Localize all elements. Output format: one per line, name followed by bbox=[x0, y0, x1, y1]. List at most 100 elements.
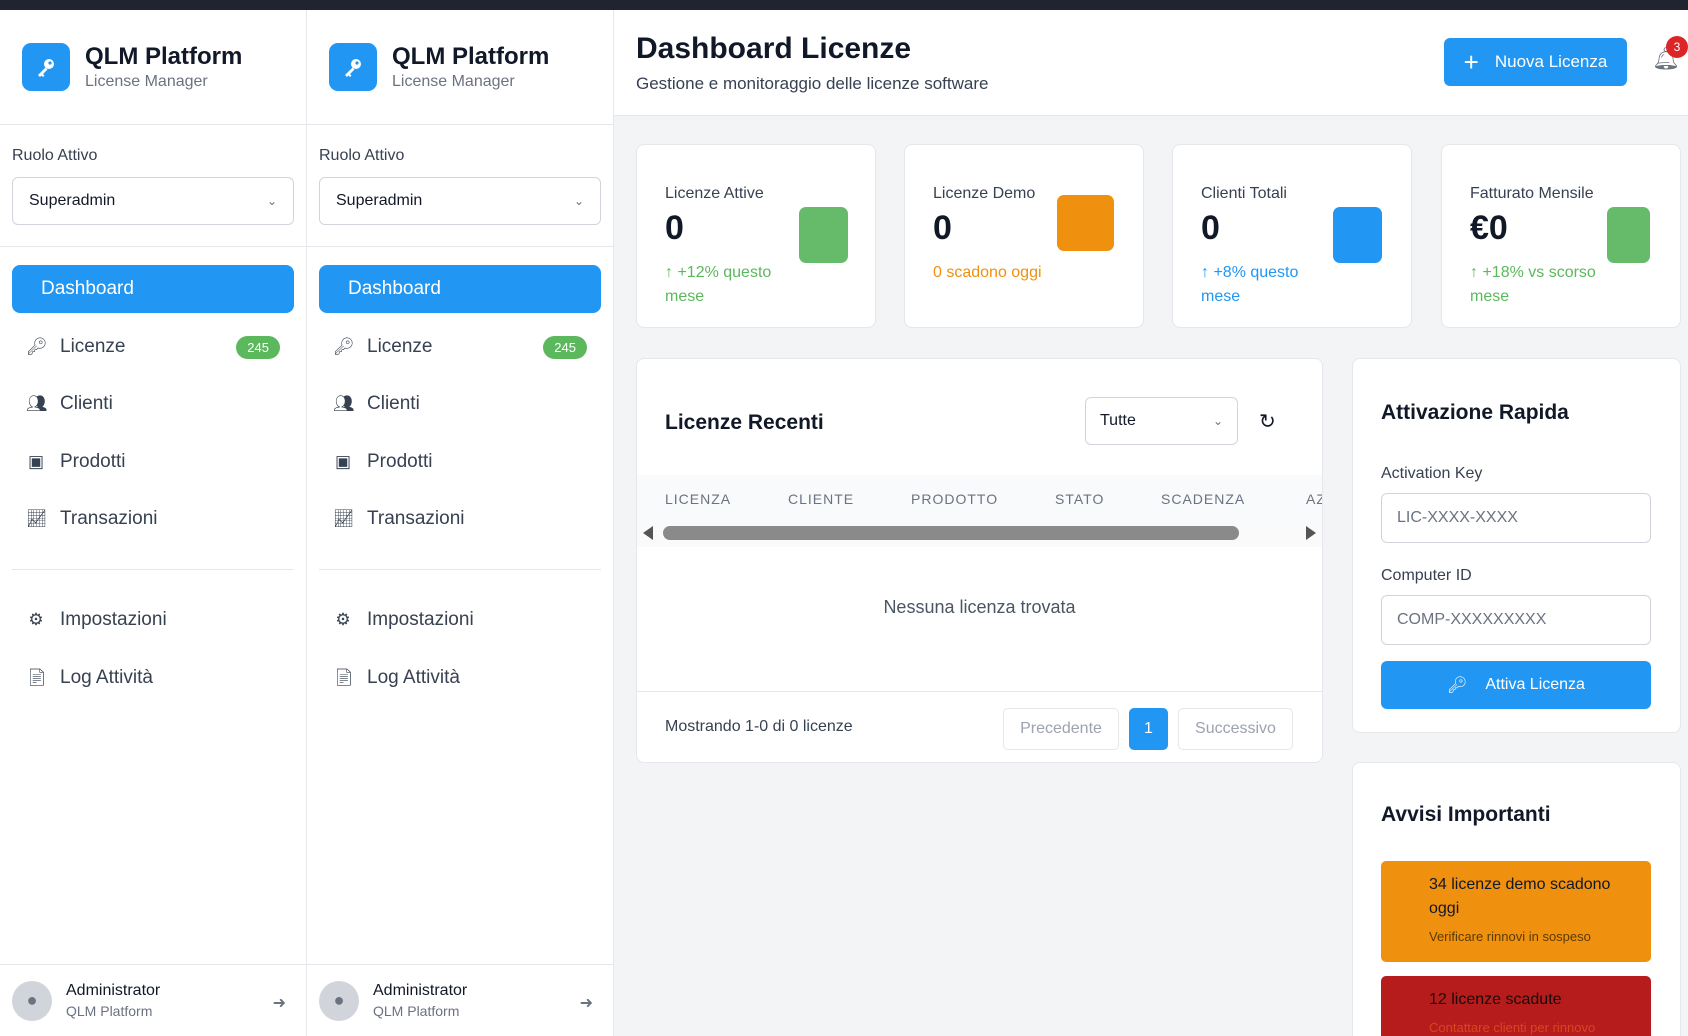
plus-icon: + bbox=[1463, 47, 1479, 77]
sidebar-item-label: Impostazioni bbox=[60, 609, 167, 630]
user-panel: ● Administrator QLM Platform ➜ bbox=[0, 964, 306, 1036]
scroll-right-icon[interactable] bbox=[1306, 526, 1316, 540]
pagination-summary: Mostrando 1-0 di 0 licenze bbox=[665, 718, 853, 735]
sidebar-item-impostazioni[interactable]: ⚙︎ Impostazioni bbox=[12, 596, 294, 644]
nav-divider bbox=[319, 569, 601, 570]
page-title: Dashboard Licenze bbox=[636, 32, 912, 65]
sidebar-item-label: Transazioni bbox=[60, 508, 158, 529]
notification-count-badge: 3 bbox=[1666, 36, 1688, 58]
alert-expired[interactable]: 12 licenze scadute Contattare clienti pe… bbox=[1381, 976, 1651, 1036]
sidebar-item-label: Prodotti bbox=[60, 450, 126, 472]
stat-label: Licenze Attive bbox=[665, 185, 764, 202]
page-1-button[interactable]: 1 bbox=[1129, 708, 1168, 750]
column-header[interactable]: PRODOTTO bbox=[911, 491, 998, 507]
activation-key-input[interactable]: LIC-XXXX-XXXX bbox=[1381, 493, 1651, 543]
filter-value: Tutte bbox=[1100, 412, 1136, 429]
chart-line-icon: 📈︎ bbox=[26, 509, 48, 528]
licenze-count-badge: 245 bbox=[543, 335, 587, 359]
stat-icon-box bbox=[1607, 207, 1650, 263]
alert-title: 34 licenze demo scadono oggi bbox=[1429, 876, 1611, 917]
stat-card-clients: Clienti Totali 0 ↑ +8% questo mese bbox=[1172, 144, 1412, 328]
column-header[interactable]: STATO bbox=[1055, 491, 1104, 507]
brand: QLM Platform License Manager bbox=[0, 10, 306, 125]
sidebar-item-licenze[interactable]: 🔑︎ Licenze 245 bbox=[319, 323, 601, 371]
alert-subtitle: Verificare rinnovi in sospeso bbox=[1429, 929, 1591, 944]
brand-subtitle: License Manager bbox=[85, 73, 208, 90]
sidebar-item-transazioni[interactable]: 📈︎ Transazioni bbox=[12, 495, 294, 543]
file-icon: 📄︎ bbox=[333, 667, 355, 687]
computer-id-label: Computer ID bbox=[1381, 567, 1472, 584]
empty-state-message: Nessuna licenza trovata bbox=[883, 597, 1076, 617]
logout-icon[interactable]: ➜ bbox=[273, 993, 286, 1013]
role-value: Superadmin bbox=[336, 192, 423, 209]
key-icon: 🔑︎ bbox=[1447, 677, 1468, 694]
sidebar-item-dashboard[interactable]: Dashboard bbox=[12, 265, 294, 313]
sidebar-item-label: Licenze bbox=[60, 335, 126, 357]
logout-icon[interactable]: ➜ bbox=[580, 993, 593, 1013]
key-logo-icon bbox=[22, 43, 70, 91]
sidebar-nav: Dashboard 🔑︎ Licenze 245 👥︎ Clienti ▣ Prodot… bbox=[307, 247, 613, 702]
new-license-button[interactable]: + Nuova Licenza bbox=[1444, 38, 1627, 86]
alerts-panel: Avvisi Importanti 34 licenze demo scadon… bbox=[1352, 762, 1681, 1036]
sidebar-item-transazioni[interactable]: 📈︎ Transazioni bbox=[319, 495, 601, 543]
avatar: ● bbox=[12, 980, 52, 1021]
avatar: ● bbox=[319, 980, 359, 1021]
file-icon: 📄︎ bbox=[26, 667, 48, 687]
table-header: LICENZA CLIENTE PRODOTTO STATO SCADENZA … bbox=[637, 475, 1322, 519]
table-horizontal-scrollbar[interactable] bbox=[637, 519, 1322, 547]
chevron-down-icon: ⌄ bbox=[266, 194, 277, 208]
column-header[interactable]: LICENZA bbox=[665, 491, 731, 507]
status-filter-select[interactable]: Tutte ⌄ bbox=[1085, 397, 1238, 445]
sidebar-item-label: Log Attività bbox=[60, 666, 153, 688]
sidebar-item-clienti[interactable]: 👥︎ Clienti bbox=[12, 380, 294, 428]
sidebar-item-label: Dashboard bbox=[348, 278, 441, 299]
scroll-left-icon[interactable] bbox=[643, 526, 653, 540]
user-panel: ● Administrator QLM Platform ➜ bbox=[307, 964, 613, 1036]
gear-icon: ⚙︎ bbox=[335, 610, 351, 629]
column-header[interactable]: AZ bbox=[1306, 491, 1322, 507]
column-header[interactable]: SCADENZA bbox=[1161, 491, 1245, 507]
sidebar-item-prodotti[interactable]: ▣ Prodotti bbox=[319, 438, 601, 486]
role-label: Ruolo Attivo bbox=[12, 147, 98, 164]
stat-icon-box bbox=[1057, 195, 1114, 251]
sidebar-item-prodotti[interactable]: ▣ Prodotti bbox=[12, 438, 294, 486]
alerts-title: Avvisi Importanti bbox=[1381, 803, 1551, 826]
column-header[interactable]: CLIENTE bbox=[788, 491, 854, 507]
sidebar-item-licenze[interactable]: 🔑︎ Licenze 245 bbox=[12, 323, 294, 371]
sidebar-item-dashboard[interactable]: Dashboard bbox=[319, 265, 601, 313]
role-section: Ruolo Attivo Superadmin ⌄ bbox=[0, 125, 306, 247]
gear-icon: ⚙︎ bbox=[28, 610, 44, 629]
nav-divider bbox=[12, 569, 294, 570]
scrollbar-thumb[interactable] bbox=[663, 526, 1239, 540]
stat-card-revenue: Fatturato Mensile €0 ↑ +18% vs scorso me… bbox=[1441, 144, 1681, 328]
activate-license-button[interactable]: 🔑︎ Attiva Licenza bbox=[1381, 661, 1651, 709]
next-page-button[interactable]: Successivo bbox=[1178, 708, 1293, 750]
recent-licenses-panel: Licenze Recenti Tutte ⌄ ↻ LICENZA CLIENT… bbox=[636, 358, 1323, 763]
table-footer: Mostrando 1-0 di 0 licenze Precedente 1 … bbox=[637, 691, 1322, 763]
refresh-icon[interactable]: ↻ bbox=[1259, 409, 1276, 434]
role-label: Ruolo Attivo bbox=[319, 147, 405, 164]
chevron-down-icon: ⌄ bbox=[1212, 414, 1223, 428]
sidebar-item-impostazioni[interactable]: ⚙︎ Impostazioni bbox=[319, 596, 601, 644]
activation-key-label: Activation Key bbox=[1381, 465, 1483, 482]
sidebar-item-log[interactable]: 📄︎ Log Attività bbox=[319, 654, 601, 702]
key-logo-icon bbox=[329, 43, 377, 91]
sidebar-item-label: Dashboard bbox=[41, 278, 134, 299]
sidebar-item-clienti[interactable]: 👥︎ Clienti bbox=[319, 380, 601, 428]
user-org: QLM Platform bbox=[373, 1003, 460, 1019]
role-select[interactable]: Superadmin ⌄ bbox=[12, 177, 294, 225]
brand-subtitle: License Manager bbox=[392, 73, 515, 90]
computer-id-input[interactable]: COMP-XXXXXXXXX bbox=[1381, 595, 1651, 645]
brand-title: QLM Platform bbox=[392, 43, 550, 70]
stat-value: €0 bbox=[1470, 209, 1508, 247]
role-select[interactable]: Superadmin ⌄ bbox=[319, 177, 601, 225]
previous-page-button[interactable]: Precedente bbox=[1003, 708, 1119, 750]
brand: QLM Platform License Manager bbox=[307, 10, 613, 125]
sidebar-item-log[interactable]: 📄︎ Log Attività bbox=[12, 654, 294, 702]
sidebar-item-label: Impostazioni bbox=[367, 609, 474, 630]
chevron-down-icon: ⌄ bbox=[573, 194, 584, 208]
role-section: Ruolo Attivo Superadmin ⌄ bbox=[307, 125, 613, 247]
users-icon: 👥︎ bbox=[26, 394, 48, 413]
sidebar-item-label: Prodotti bbox=[367, 450, 433, 472]
alert-demo-expiring[interactable]: 34 licenze demo scadono oggi Verificare … bbox=[1381, 861, 1651, 962]
